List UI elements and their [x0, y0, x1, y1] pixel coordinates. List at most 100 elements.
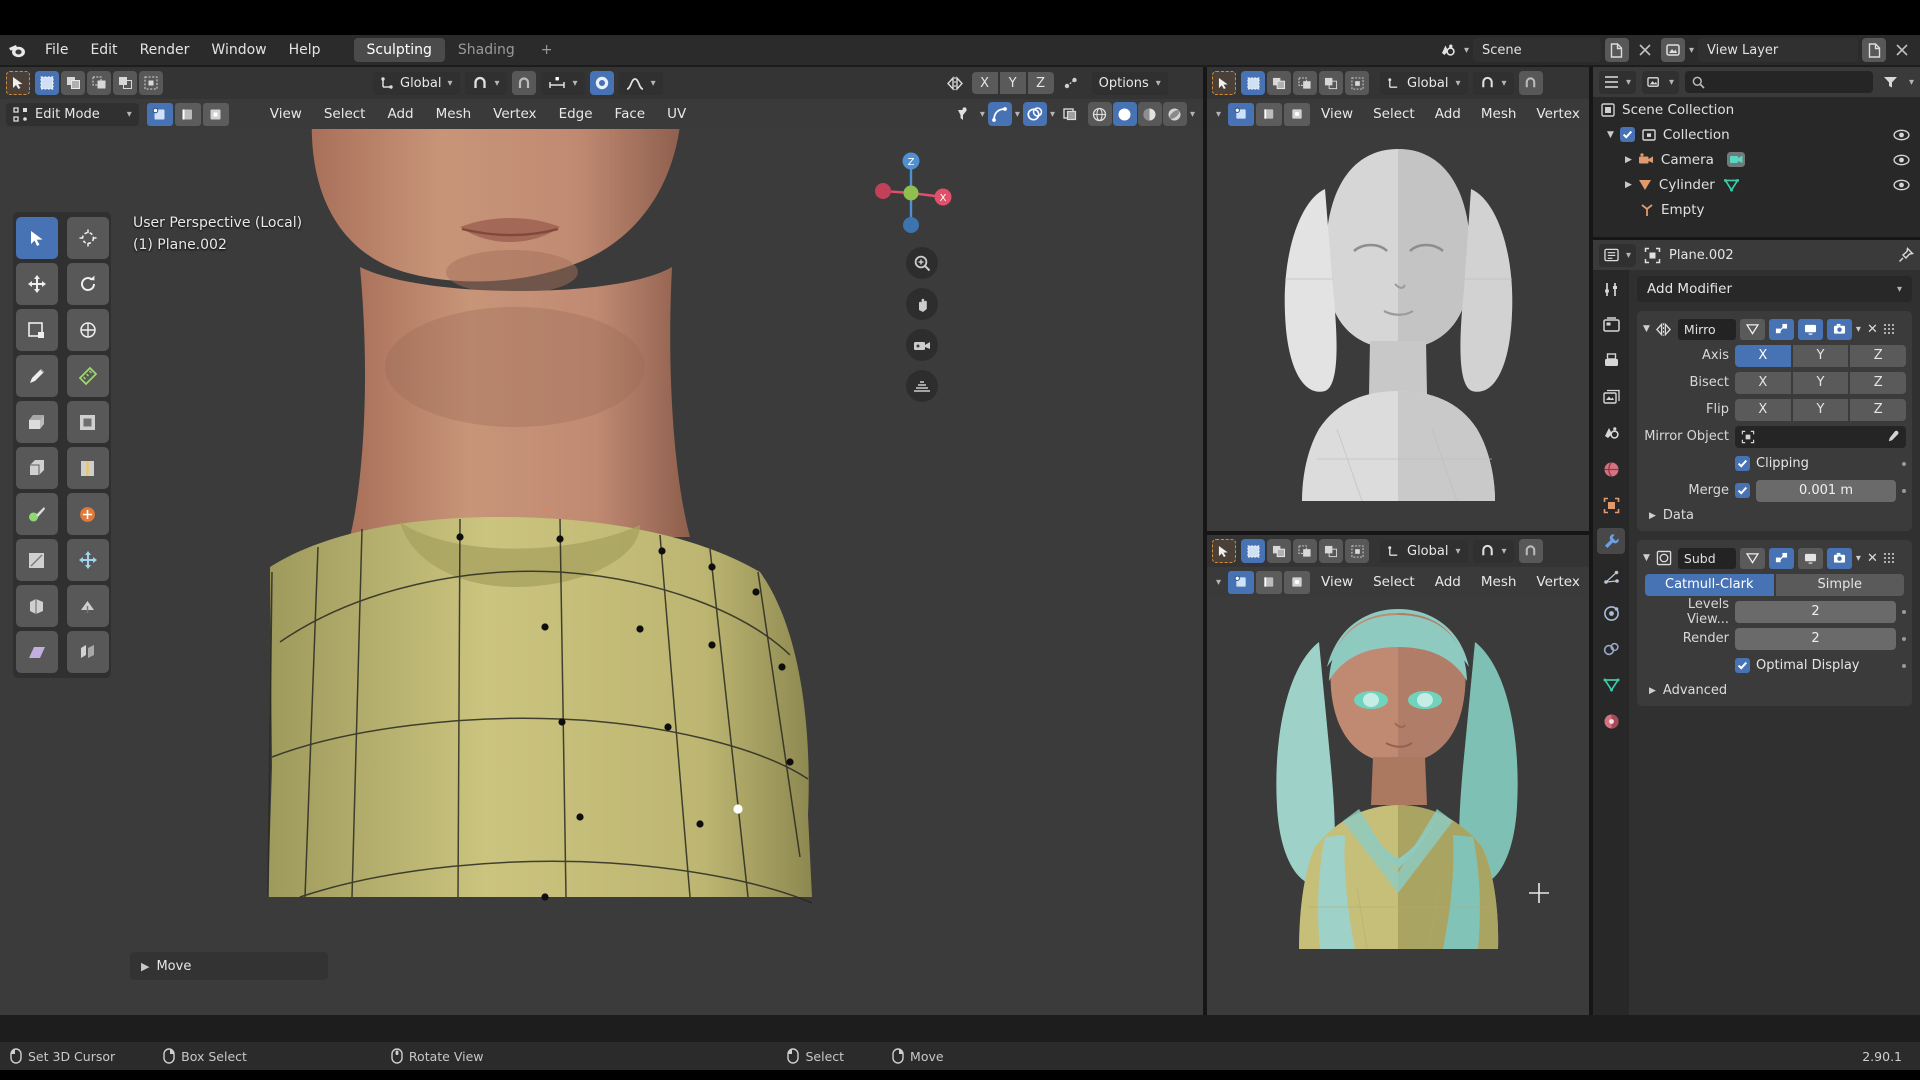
invert-select-icon[interactable]	[113, 71, 137, 95]
intersect-select-icon[interactable]	[139, 71, 163, 95]
modifier-panel-mirror[interactable]: ▼ Mirro ▾ ✕ Axis X Y Z Bisect X Y Z Flip…	[1637, 311, 1912, 531]
viewport-menu-select[interactable]: Select	[1364, 103, 1424, 126]
shading-mode-group[interactable]	[1087, 102, 1187, 126]
move-tool[interactable]	[15, 263, 58, 305]
transform-orientation-dropdown[interactable]: Global ▾	[1380, 539, 1468, 563]
material-shading-icon[interactable]	[1137, 102, 1162, 126]
navigation-gizmo[interactable]: Z X	[865, 147, 957, 239]
mode-dropdown[interactable]: Edit Mode ▾	[6, 102, 139, 126]
vertex-select-icon[interactable]	[146, 102, 173, 126]
snap-magnet-icon[interactable]	[1518, 71, 1543, 95]
poly-build-tool[interactable]	[66, 493, 109, 535]
solid-shading-icon[interactable]	[1112, 102, 1137, 126]
select-mode-group[interactable]	[1241, 539, 1369, 563]
transform-orientation-dropdown[interactable]: Global ▾	[1380, 71, 1468, 95]
drag-handle-icon[interactable]	[1883, 553, 1897, 563]
flip-y-button[interactable]: Y	[1792, 398, 1849, 421]
subdivision-modifier-name[interactable]: Subd	[1677, 547, 1736, 569]
vertex-select-icon[interactable]	[1228, 570, 1255, 594]
add-workspace-button[interactable]: +	[528, 38, 566, 62]
collection-checkbox[interactable]	[1619, 127, 1635, 142]
axis-y-button[interactable]: Y	[1792, 344, 1849, 367]
edit-mode-toggle[interactable]	[1768, 318, 1794, 340]
filter-icon[interactable]	[1879, 70, 1903, 94]
inset-faces-tool[interactable]	[66, 401, 109, 443]
overlays-caret[interactable]: ▾	[1050, 109, 1055, 120]
animate-property-dot[interactable]	[1902, 636, 1906, 641]
merge-checkbox[interactable]	[1735, 483, 1750, 498]
object-data-tab[interactable]	[1597, 672, 1625, 698]
face-select-icon[interactable]	[1284, 570, 1311, 594]
animate-property-dot[interactable]	[1902, 488, 1906, 493]
physics-tab[interactable]	[1597, 600, 1625, 626]
outliner-editor[interactable]: ▾ ▾ ▾ Scene Collection ▼ Collection ▶ Ca…	[1593, 67, 1920, 237]
operator-panel[interactable]: ▶ Move	[130, 952, 328, 980]
mirror-axis-y[interactable]: Y	[999, 72, 1026, 94]
gizmo-caret[interactable]: ▾	[1015, 109, 1020, 120]
extrude-region-tool[interactable]	[15, 401, 58, 443]
select-mode-group[interactable]	[35, 71, 163, 95]
cursor-tool[interactable]	[66, 217, 109, 259]
render-levels-value[interactable]: 2	[1735, 627, 1896, 650]
menu-render[interactable]: Render	[129, 37, 201, 63]
viewport-menu-mesh[interactable]: Mesh	[1472, 571, 1526, 594]
viewport-menu-add[interactable]: Add	[1426, 571, 1470, 594]
bisect-y-button[interactable]: Y	[1792, 371, 1849, 394]
visibility-icon[interactable]	[953, 102, 977, 126]
add-modifier-dropdown[interactable]: Add Modifier ▾	[1637, 276, 1912, 302]
mode-caret[interactable]: ▾	[1211, 577, 1226, 588]
properties-tab-column[interactable]	[1593, 270, 1629, 1015]
scene-dropdown-caret[interactable]: ▾	[1464, 45, 1469, 56]
disclosure-triangle-icon[interactable]: ▼	[1643, 324, 1650, 334]
workspace-tab-shading[interactable]: Shading	[445, 38, 528, 62]
animate-property-dot[interactable]	[1902, 461, 1906, 466]
viewport-menu-select[interactable]: Select	[1364, 571, 1424, 594]
levels-viewport-value[interactable]: 2	[1735, 600, 1896, 623]
subtract-select-icon[interactable]	[1293, 539, 1317, 563]
bisect-x-button[interactable]: X	[1735, 371, 1791, 394]
viewport-menu-mesh[interactable]: Mesh	[427, 103, 481, 126]
visibility-eye-icon[interactable]	[1893, 154, 1910, 166]
on-cage-toggle[interactable]	[1739, 318, 1765, 340]
viewport-menu-vertex[interactable]: Vertex	[1527, 571, 1588, 594]
blender-logo-icon[interactable]	[0, 35, 34, 65]
mirror-axis-x[interactable]: X	[971, 72, 998, 94]
outliner-row-scene-collection[interactable]: Scene Collection	[1593, 97, 1920, 122]
knife-tool[interactable]	[15, 493, 58, 535]
invert-select-icon[interactable]	[1319, 539, 1343, 563]
select-mode-group[interactable]	[1241, 71, 1369, 95]
mirror-modifier-name[interactable]: Mirro	[1677, 318, 1736, 340]
viewport-menu-view[interactable]: View	[261, 103, 311, 126]
menu-edit[interactable]: Edit	[79, 37, 128, 63]
modifier-panel-subdivision[interactable]: ▼ Subd ▾ ✕ Catmull-Clark Simple Levels V…	[1637, 540, 1912, 706]
main-3d-viewport[interactable]: Global ▾ ▾ ▾ ▾ X Y Z Options ▾ Edit Mode…	[0, 67, 1203, 1015]
tool-tab[interactable]	[1597, 276, 1625, 302]
visibility-eye-icon[interactable]	[1893, 179, 1910, 191]
menu-file[interactable]: File	[34, 37, 79, 63]
operator-expand-arrow[interactable]: ▶	[141, 960, 149, 973]
viewport-menu-face[interactable]: Face	[606, 103, 655, 126]
mode-caret[interactable]: ▾	[1211, 109, 1226, 120]
scene-tab[interactable]	[1597, 420, 1625, 446]
subtract-select-icon[interactable]	[87, 71, 111, 95]
rendered-shading-icon[interactable]	[1162, 102, 1187, 126]
viewport-menu-mesh[interactable]: Mesh	[1472, 103, 1526, 126]
axis-x-button[interactable]: X	[1735, 344, 1791, 367]
mirror-object-field[interactable]	[1735, 425, 1906, 448]
outliner-row-camera[interactable]: ▶ Camera	[1593, 147, 1920, 172]
disclosure-triangle-icon[interactable]: ▶	[1625, 155, 1632, 165]
scene-name-field[interactable]: Scene	[1472, 38, 1601, 62]
world-tab[interactable]	[1597, 456, 1625, 482]
editor-splitter-vertical[interactable]	[1203, 67, 1207, 1015]
subdivision-modifier-header[interactable]: ▼ Subd ▾ ✕	[1637, 545, 1912, 571]
subdivision-advanced-section[interactable]: ▶ Advanced	[1637, 679, 1912, 698]
proportional-editing-icon[interactable]	[589, 71, 614, 95]
viewlayer-name-field[interactable]: View Layer	[1698, 38, 1858, 62]
bevel-tool[interactable]	[15, 447, 58, 489]
menu-help[interactable]: Help	[278, 37, 332, 63]
properties-editor[interactable]: ▾ Plane.002 Add Modifier ▾ ▼ Mirro ▾ ✕ A…	[1593, 240, 1920, 1015]
scale-tool[interactable]	[15, 309, 58, 351]
edge-select-icon[interactable]	[1256, 570, 1283, 594]
workspace-tab-sculpting[interactable]: Sculpting	[353, 38, 445, 62]
flip-segmented-control[interactable]: X Y Z	[1735, 398, 1907, 421]
